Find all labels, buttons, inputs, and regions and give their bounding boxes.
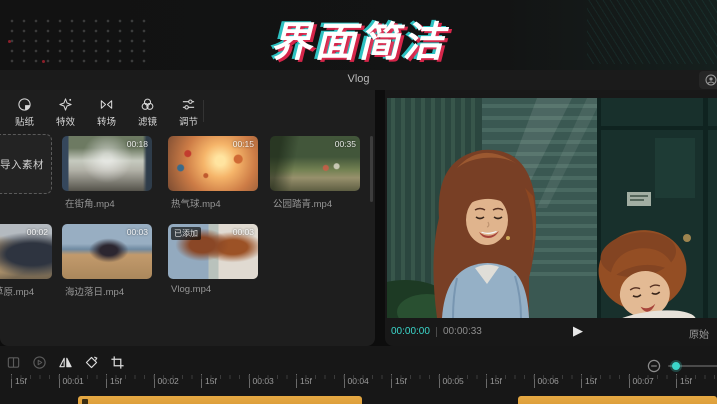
video-thumbnail: 00:03: [62, 224, 152, 279]
ruler-label: 15f: [296, 374, 344, 388]
tab-effects[interactable]: 特效: [45, 94, 86, 128]
ruler-label: 15f: [201, 374, 249, 388]
video-thumbnail: 00:35: [270, 136, 360, 191]
app-titlebar: Vlog: [0, 70, 717, 90]
ruler-label: 00:03: [249, 374, 297, 388]
timeline-ruler[interactable]: 15f 00:01 15f 00:02 15f 00:03 15f 00:04 …: [11, 374, 717, 388]
preview-controls: 00:00:00 00:00:33 ▶ 原始: [385, 318, 717, 346]
tab-label: 贴纸: [15, 114, 34, 128]
banner-title: 界面简洁: [0, 8, 717, 68]
timecode: 00:00:00 00:00:33: [391, 326, 482, 337]
timeline-clip[interactable]: [518, 396, 717, 404]
file-name: Vlog.mp4: [168, 284, 258, 295]
media-library-panel: 贴纸 特效 转场 滤镜: [0, 90, 375, 346]
crop-icon[interactable]: [110, 355, 125, 370]
file-name: 草原.mp4: [0, 284, 52, 298]
user-avatar-icon: [705, 74, 717, 86]
ruler-label: 15f: [391, 374, 439, 388]
video-thumbnail: 00:18: [62, 136, 152, 191]
current-time: 00:00:00: [391, 326, 430, 337]
effects-icon: [58, 97, 73, 112]
ruler-label: 00:01: [59, 374, 107, 388]
rotate-icon[interactable]: [84, 355, 99, 370]
account-button[interactable]: [699, 71, 717, 89]
added-badge: 已添加: [171, 227, 201, 240]
app-window: 界面简洁 Vlog 贴纸 特效: [0, 0, 717, 404]
import-media-label: 导入素材: [0, 134, 52, 194]
ruler-label: 00:02: [154, 374, 202, 388]
clip-audio-icon: [82, 399, 88, 404]
ruler-label: 00:06: [534, 374, 582, 388]
play-button[interactable]: ▶: [573, 323, 583, 339]
import-media-button[interactable]: 导入素材: [0, 134, 52, 194]
ruler-label: 15f: [676, 374, 717, 388]
ruler-label: 15f: [11, 374, 59, 388]
adjust-icon: [181, 97, 196, 112]
zoom-slider-handle[interactable]: [672, 362, 680, 370]
mirror-flip-icon[interactable]: [58, 355, 73, 370]
zoom-out-icon[interactable]: [647, 359, 661, 373]
timeline-panel: 15f 00:01 15f 00:02 15f 00:03 15f 00:04 …: [0, 346, 717, 404]
tab-label: 转场: [97, 114, 116, 128]
media-tabbar: 贴纸 特效 转场 滤镜: [0, 94, 209, 128]
resolution-dropdown[interactable]: 原始: [689, 326, 709, 341]
timeline-zoom-slider[interactable]: [668, 365, 717, 367]
sticker-icon: [17, 97, 32, 112]
ruler-label: 00:05: [439, 374, 487, 388]
file-name: 在街角.mp4: [62, 196, 152, 210]
ruler-label: 15f: [581, 374, 629, 388]
duration-badge: 00:02: [27, 227, 48, 237]
ruler-label: 15f: [106, 374, 154, 388]
video-thumbnail: 00:15: [168, 136, 258, 191]
media-item-park[interactable]: 00:35 公园踏青.mp4: [270, 136, 360, 210]
duration-badge: 00:15: [233, 139, 254, 149]
media-item-beach[interactable]: 00:03 海边落日.mp4: [62, 224, 152, 298]
timeline-clip[interactable]: [78, 396, 362, 404]
transition-icon: [99, 97, 114, 112]
media-item-grassland[interactable]: 00:02 草原.mp4: [0, 224, 52, 298]
preview-video[interactable]: [387, 98, 717, 318]
timecode-divider: [436, 327, 437, 337]
total-duration: 00:00:33: [443, 326, 482, 337]
tabbar-divider: [203, 100, 204, 122]
playback-speed-icon[interactable]: [32, 355, 47, 370]
filter-icon: [140, 97, 155, 112]
file-name: 热气球.mp4: [168, 196, 258, 210]
duration-badge: 00:03: [233, 227, 254, 237]
media-item-balloon[interactable]: 00:15 热气球.mp4: [168, 136, 258, 210]
tab-stickers[interactable]: 贴纸: [4, 94, 45, 128]
duration-badge: 00:18: [127, 139, 148, 149]
file-name: 公园踏青.mp4: [270, 196, 360, 210]
tab-filters[interactable]: 滤镜: [127, 94, 168, 128]
tab-label: 调节: [179, 114, 198, 128]
project-title: Vlog: [0, 73, 717, 85]
video-thumbnail: 00:02: [0, 224, 52, 279]
duration-badge: 00:35: [335, 139, 356, 149]
ruler-label: 00:07: [629, 374, 677, 388]
media-item-vlog[interactable]: 已添加 00:03 Vlog.mp4: [168, 224, 258, 295]
ruler-label: 15f: [486, 374, 534, 388]
preview-panel: 00:00:00 00:00:33 ▶ 原始: [385, 90, 717, 346]
tab-label: 特效: [56, 114, 75, 128]
promo-banner: 界面简洁: [0, 0, 717, 70]
timeline-toolbar: [6, 355, 125, 370]
video-thumbnail: 已添加 00:03: [168, 224, 258, 279]
duration-badge: 00:03: [127, 227, 148, 237]
media-item-street[interactable]: 00:18 在街角.mp4: [62, 136, 152, 210]
media-panel-scrollbar[interactable]: [370, 136, 373, 202]
split-clip-icon[interactable]: [6, 355, 21, 370]
ruler-label: 00:04: [344, 374, 392, 388]
file-name: 海边落日.mp4: [62, 284, 152, 298]
tab-label: 滤镜: [138, 114, 157, 128]
tab-transitions[interactable]: 转场: [86, 94, 127, 128]
